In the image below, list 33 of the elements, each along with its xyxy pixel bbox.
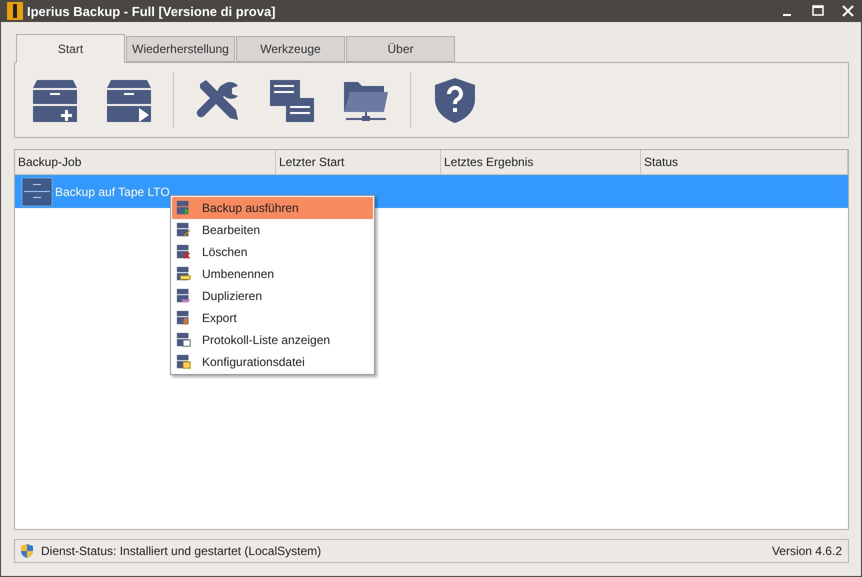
menu-item[interactable]: Protokoll-Liste anzeigen (172, 329, 373, 351)
shield-icon (19, 543, 35, 559)
service-status: Dienst-Status: Installiert und gestartet (LocalSystem) (41, 544, 322, 558)
job-action-icon (176, 244, 192, 260)
job-action-icon (176, 332, 192, 348)
maximize-icon[interactable] (811, 4, 825, 18)
menu-item[interactable]: Konfigurationsdatei (172, 351, 373, 373)
job-action-icon (176, 222, 192, 238)
version-label: Version 4.6.2 (772, 544, 842, 558)
job-action-icon (176, 288, 192, 304)
menu-item[interactable]: Export (172, 307, 373, 329)
job-action-icon (176, 266, 192, 282)
tab[interactable]: Wiederherstellung (126, 36, 235, 62)
tab[interactable]: Start (16, 34, 125, 63)
tab[interactable]: Werkzeuge (236, 36, 345, 62)
job-name: Backup auf Tape LTO (55, 184, 170, 198)
menu-item[interactable]: Umbenennen (172, 263, 373, 285)
menu-item[interactable]: Löschen (172, 241, 373, 263)
job-action-icon (176, 200, 192, 216)
column-header[interactable]: Status (641, 150, 848, 174)
menu-item[interactable]: Bearbeiten (172, 219, 373, 241)
tab[interactable]: Über (346, 36, 455, 62)
close-icon[interactable] (841, 4, 855, 18)
menu-item[interactable]: Backup ausführen (172, 197, 373, 219)
job-icon (21, 176, 53, 206)
job-action-icon (176, 354, 192, 370)
column-header[interactable]: Backup-Job (15, 150, 276, 174)
window-title: Iperius Backup - Full [Versione di prova] (27, 4, 276, 18)
app-logo-icon (7, 2, 23, 20)
menu-item[interactable]: Duplizieren (172, 285, 373, 307)
column-header[interactable]: Letzter Start (276, 150, 441, 174)
job-action-icon (176, 310, 192, 326)
column-header[interactable]: Letztes Ergebnis (441, 150, 641, 174)
